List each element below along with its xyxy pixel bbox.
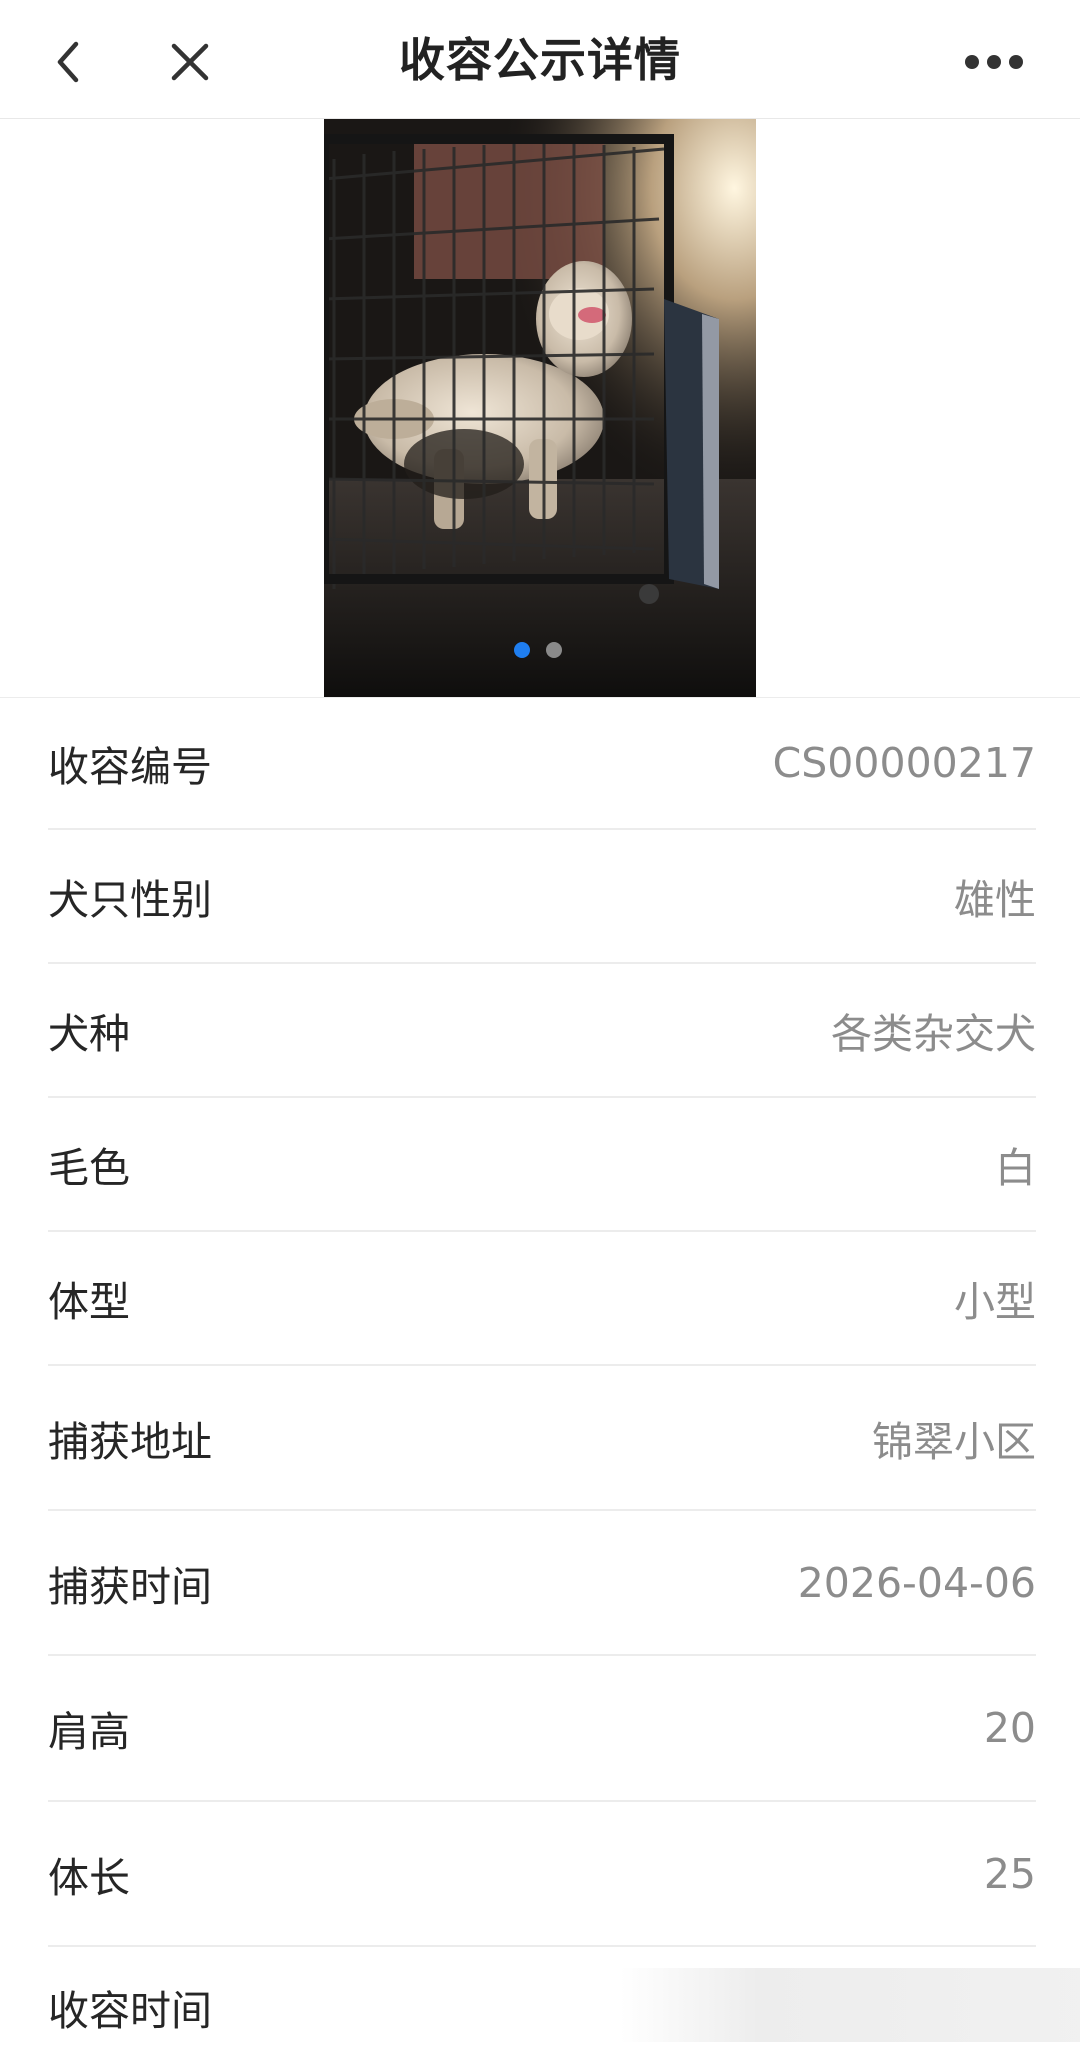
carousel-dot-2[interactable] [546,642,562,658]
detail-row-breed: 犬种 各类杂交犬 [48,964,1036,1098]
more-button[interactable] [944,22,1044,102]
more-dots-icon [965,55,1023,69]
nav-header: 收容公示详情 [0,0,1080,119]
carousel-indicator [514,642,562,658]
detail-label: 捕获地址 [48,1417,212,1466]
detail-value: 20 [983,1704,1036,1752]
detail-value: 2026-04-06 [797,1558,1036,1607]
close-icon [171,43,209,81]
close-button[interactable] [150,22,230,102]
detail-list: 收容编号 CS00000217 犬只性别 雄性 犬种 各类杂交犬 毛色 白 体型… [48,698,1036,2067]
detail-value: 各类杂交犬 [831,1010,1036,1058]
detail-label: 收容编号 [48,743,212,791]
detail-value: 25 [983,1849,1036,1898]
watermark-overlay [620,1968,1080,2042]
detail-value: 锦翠小区 [872,1417,1036,1466]
detail-row-capture-time: 捕获时间 2026-04-06 [48,1511,1036,1656]
detail-row-shoulder-height: 肩高 20 [48,1656,1036,1802]
carousel-dot-1[interactable] [514,642,530,658]
detail-label: 犬种 [48,1010,130,1058]
detail-label: 收容时间 [48,1987,212,2035]
back-button[interactable] [28,22,108,102]
detail-value: 白 [995,1144,1036,1192]
detail-row-body-length: 体长 25 [48,1802,1036,1947]
detail-label: 体型 [48,1278,130,1326]
detail-row-shelter-id: 收容编号 CS00000217 [48,698,1036,830]
detail-value: 雄性 [954,876,1036,924]
detail-label: 体长 [48,1853,130,1902]
detail-row-capture-address: 捕获地址 锦翠小区 [48,1366,1036,1511]
detail-label: 毛色 [48,1144,130,1192]
photo-carousel[interactable] [0,119,1080,697]
detail-label: 捕获时间 [48,1562,212,1611]
detail-label: 犬只性别 [48,876,212,924]
detail-value: CS00000217 [772,739,1036,787]
detail-label: 肩高 [48,1708,130,1756]
dog-in-cage-image [324,119,756,697]
dog-photo[interactable] [324,119,756,697]
detail-row-coat-color: 毛色 白 [48,1098,1036,1232]
chevron-left-icon [57,41,79,83]
detail-row-size: 体型 小型 [48,1232,1036,1366]
detail-row-gender: 犬只性别 雄性 [48,830,1036,964]
detail-value: 小型 [954,1278,1036,1326]
